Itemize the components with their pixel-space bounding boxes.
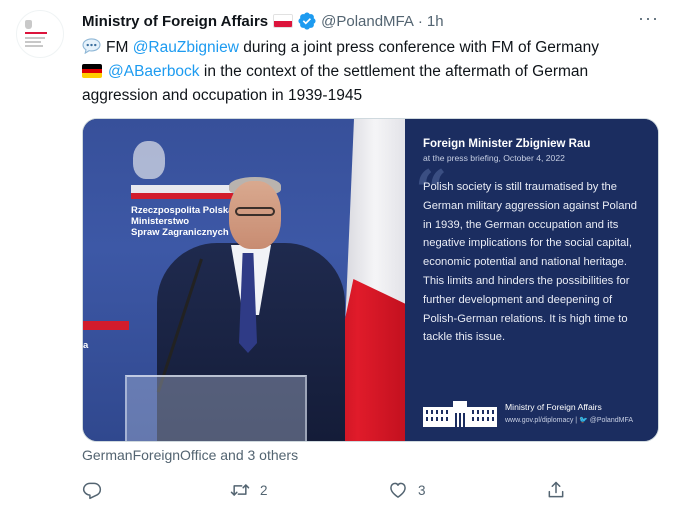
retweet-button[interactable]: 2: [230, 479, 268, 501]
tweet-actions: 2 3: [82, 479, 582, 501]
like-count: 3: [418, 482, 426, 498]
avatar-red-bar: [25, 32, 47, 34]
more-options-icon[interactable]: ···: [638, 9, 658, 32]
verified-badge-icon: [298, 12, 316, 30]
glasses-icon: [235, 207, 275, 216]
avatar-text-line: [25, 45, 43, 47]
eagle-emblem-icon: [25, 20, 32, 29]
display-name[interactable]: Ministry of Foreign Affairs: [82, 13, 268, 30]
user-handle[interactable]: @PolandMFA: [321, 13, 414, 30]
poland-flag-icon: [273, 14, 294, 28]
ministry-building-icon: [423, 401, 497, 427]
separator-dot: ·: [417, 12, 423, 30]
quote-panel-subtitle: at the press briefing, October 4, 2022: [423, 153, 565, 163]
like-button[interactable]: 3: [388, 479, 426, 501]
eagle-emblem-icon: [133, 141, 165, 179]
speech-balloon-icon: [82, 38, 101, 54]
reply-icon: [82, 482, 102, 500]
tweet-media-image[interactable]: Rzeczpospolita Polska Ministerstwo Spraw…: [82, 118, 659, 442]
tagged-users[interactable]: GermanForeignOffice and 3 others: [82, 447, 298, 463]
ministry-sign: Rzeczpospolita Polska Ministerstwo Spraw…: [131, 205, 234, 238]
retweet-icon: [230, 484, 250, 496]
glass-lectern: [125, 375, 307, 441]
quote-panel-title: Foreign Minister Zbigniew Rau: [423, 138, 591, 150]
tweet[interactable]: Ministry of Foreign Affairs @PolandMFA ·…: [0, 0, 675, 509]
retweet-count: 2: [260, 482, 268, 498]
avatar-text-line: [25, 41, 41, 43]
footer-org-name: Ministry of Foreign Affairs: [505, 402, 602, 412]
tweet-text-part: FM: [106, 39, 133, 56]
mention-link-abaerbock[interactable]: @ABaerbock: [108, 63, 200, 80]
avatar[interactable]: [16, 10, 64, 58]
quote-panel: “ Foreign Minister Zbigniew Rau at the p…: [405, 119, 658, 441]
footer-links: www.gov.pl/diplomacy | 🐦 @PolandMFA: [505, 417, 634, 424]
quote-panel-footer: Ministry of Foreign Affairs www.gov.pl/d…: [423, 399, 645, 429]
reply-button[interactable]: [82, 479, 112, 501]
share-button[interactable]: [546, 479, 576, 501]
quote-text: Polish society is still traumatised by t…: [423, 181, 637, 344]
press-conference-photo: Rzeczpospolita Polska Ministerstwo Spraw…: [83, 119, 405, 441]
heart-icon: [390, 482, 406, 498]
mention-link-rauzbigniew[interactable]: @RauZbigniew: [133, 39, 239, 56]
share-icon: [548, 481, 564, 498]
timestamp[interactable]: 1h: [427, 13, 444, 30]
germany-flag-icon: [82, 64, 102, 78]
tweet-text-part: during a joint press conference with FM …: [238, 39, 599, 56]
avatar-text-line: [25, 37, 45, 39]
tweet-header: Ministry of Foreign Affairs @PolandMFA ·…: [82, 11, 444, 31]
tweet-text: FM @RauZbigniew during a joint press con…: [82, 36, 662, 108]
